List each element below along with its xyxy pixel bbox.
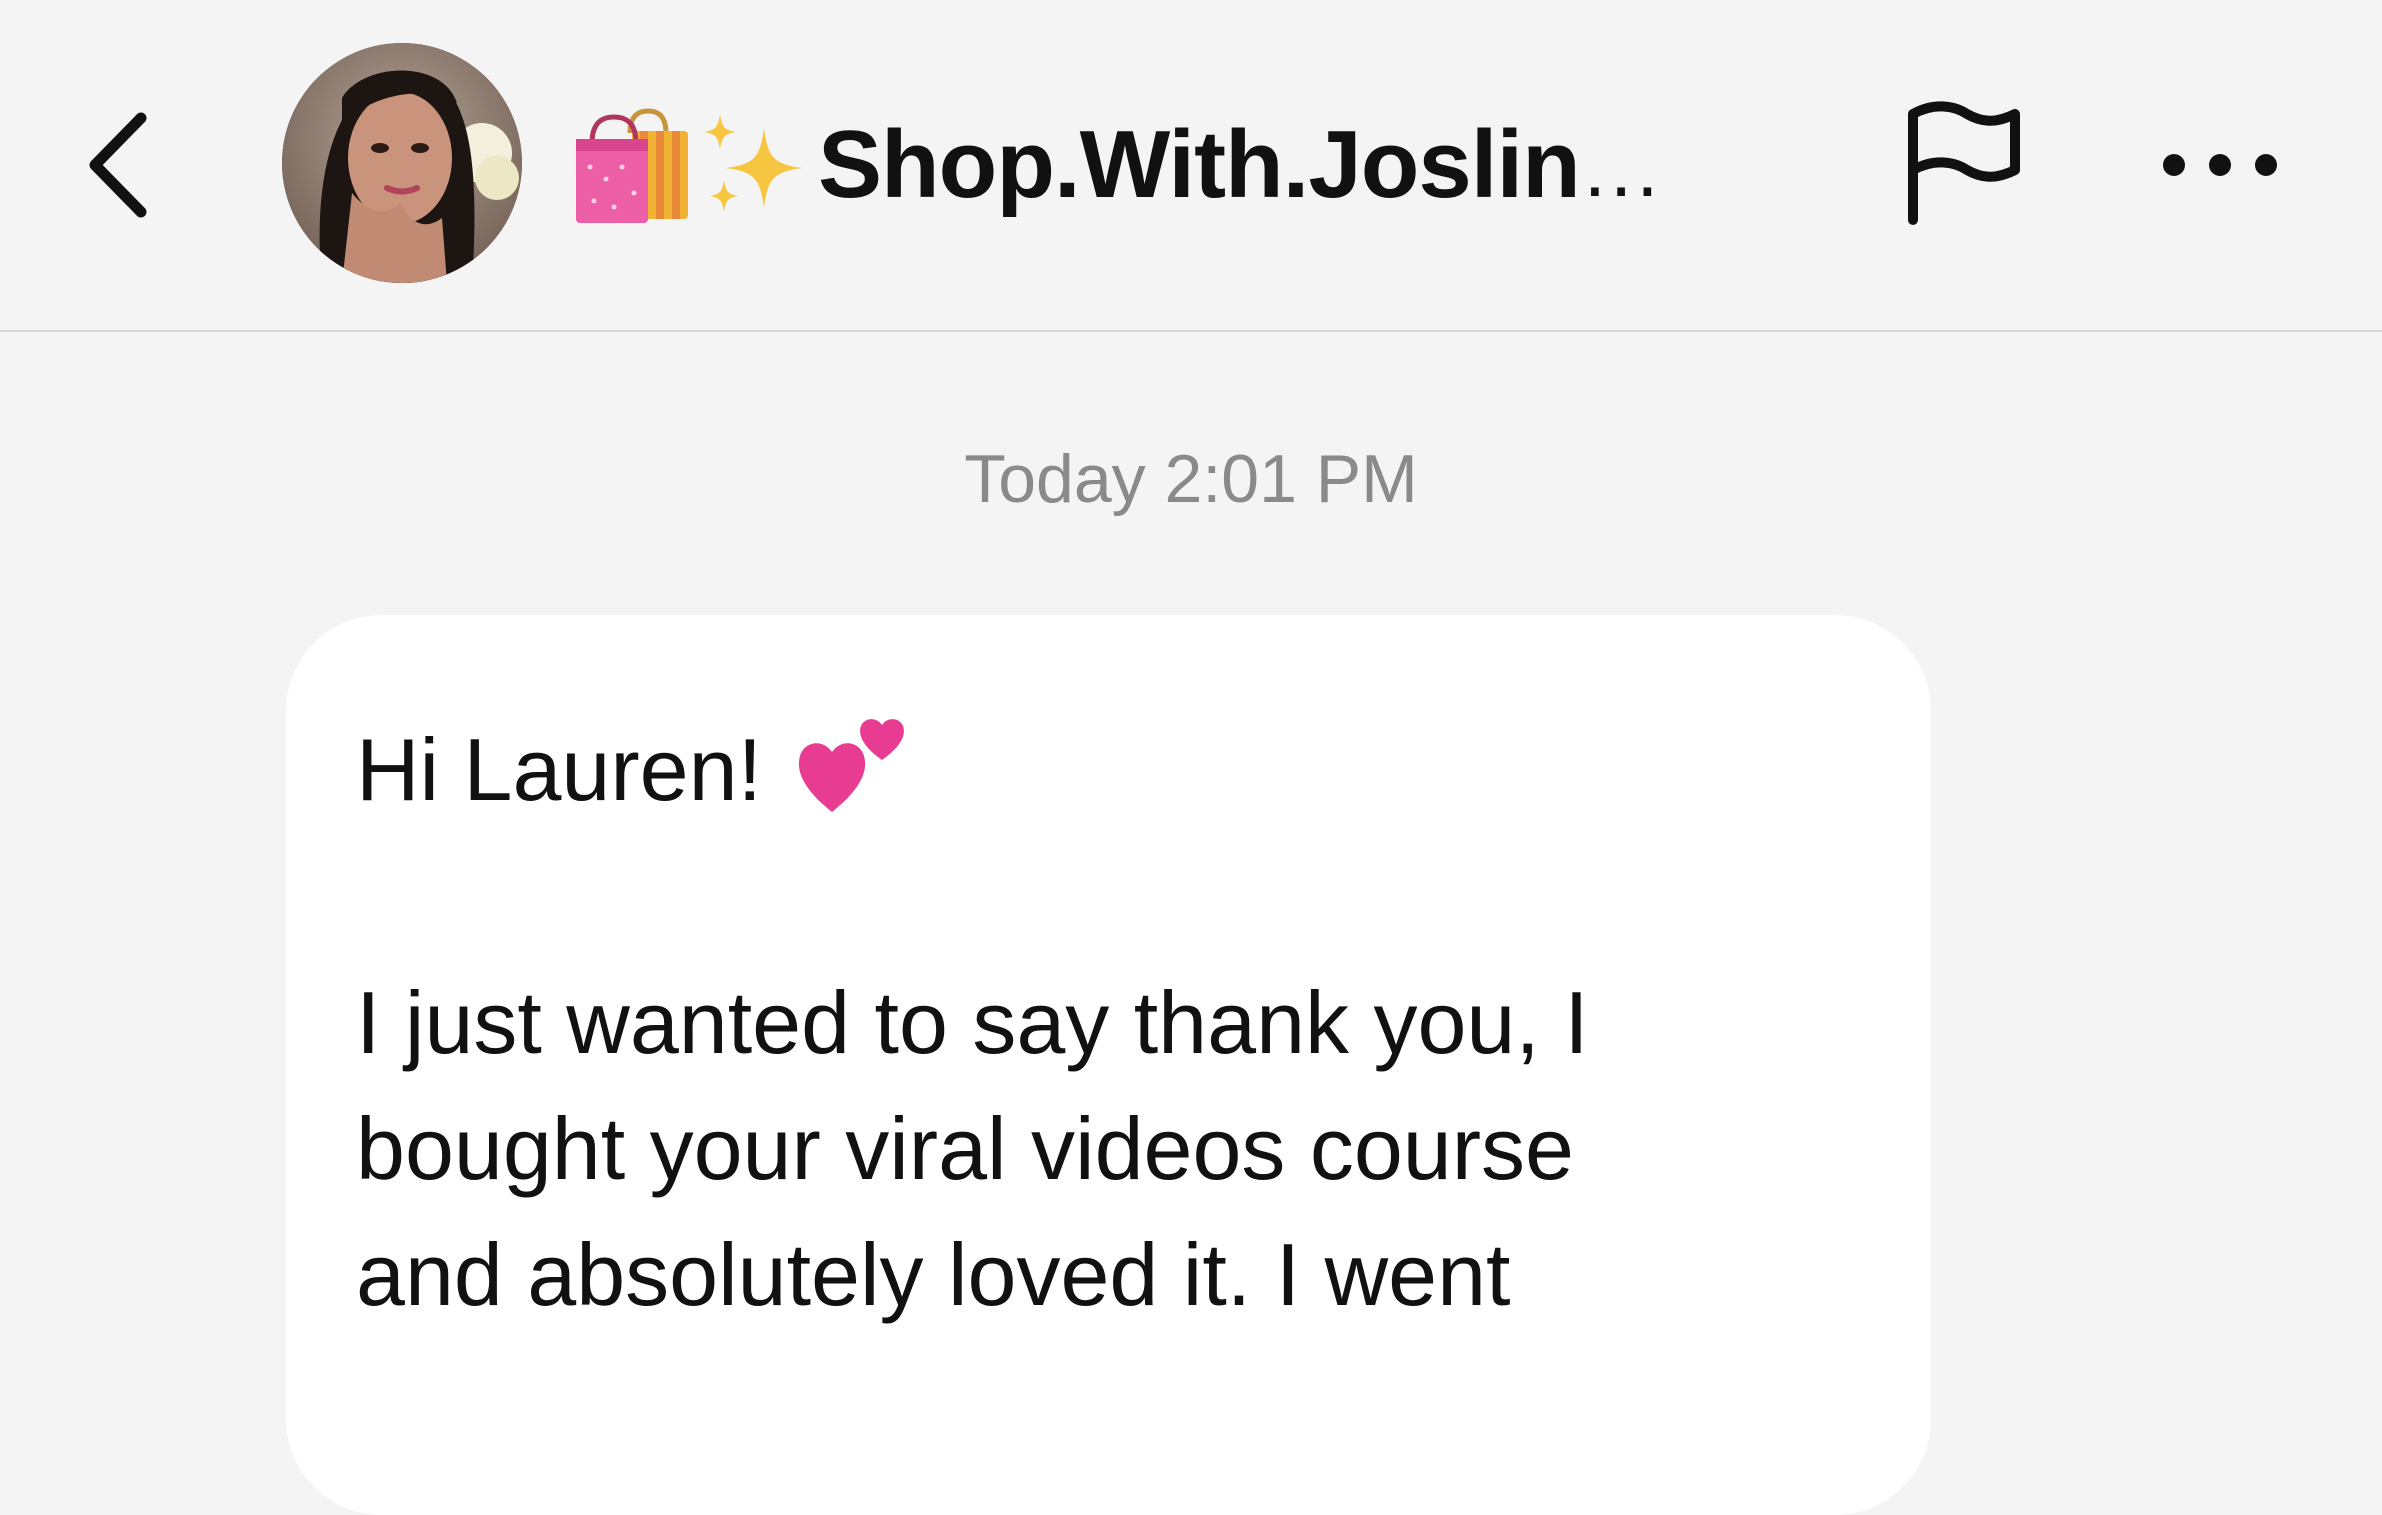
chat-header: Shop.With.Joslin ... [0,0,2382,332]
chevron-left-icon [89,112,147,218]
message-line: bought your viral videos course [356,1099,1574,1198]
chat-title[interactable]: Shop.With.Joslin ... [570,95,1662,235]
report-flag-button[interactable] [1890,95,2030,235]
chat-title-text: Shop.With.Joslin [818,111,1581,218]
message-line: I just wanted to say thank you, I [356,973,1589,1072]
flag-icon [1908,101,2020,225]
message-line: and absolutely loved it. I went [356,1225,1511,1324]
more-options-button[interactable] [2150,110,2290,220]
avatar[interactable] [282,43,522,283]
more-horizontal-icon [2163,154,2277,176]
two-hearts-emoji [798,719,904,812]
shopping-bags-emoji [576,108,688,223]
back-button[interactable] [68,100,168,230]
greeting-text: Hi Lauren! [356,720,763,819]
message-timestamp: Today 2:01 PM [964,441,1418,517]
message-body: I just wanted to say thank you, I bought… [356,960,1876,1338]
sparkles-emoji [704,114,802,212]
title-ellipsis: ... [1583,124,1663,213]
message-bubble[interactable]: Hi Lauren! I just wanted to say thank yo… [286,615,1931,1515]
message-greeting: Hi Lauren! [356,710,912,830]
